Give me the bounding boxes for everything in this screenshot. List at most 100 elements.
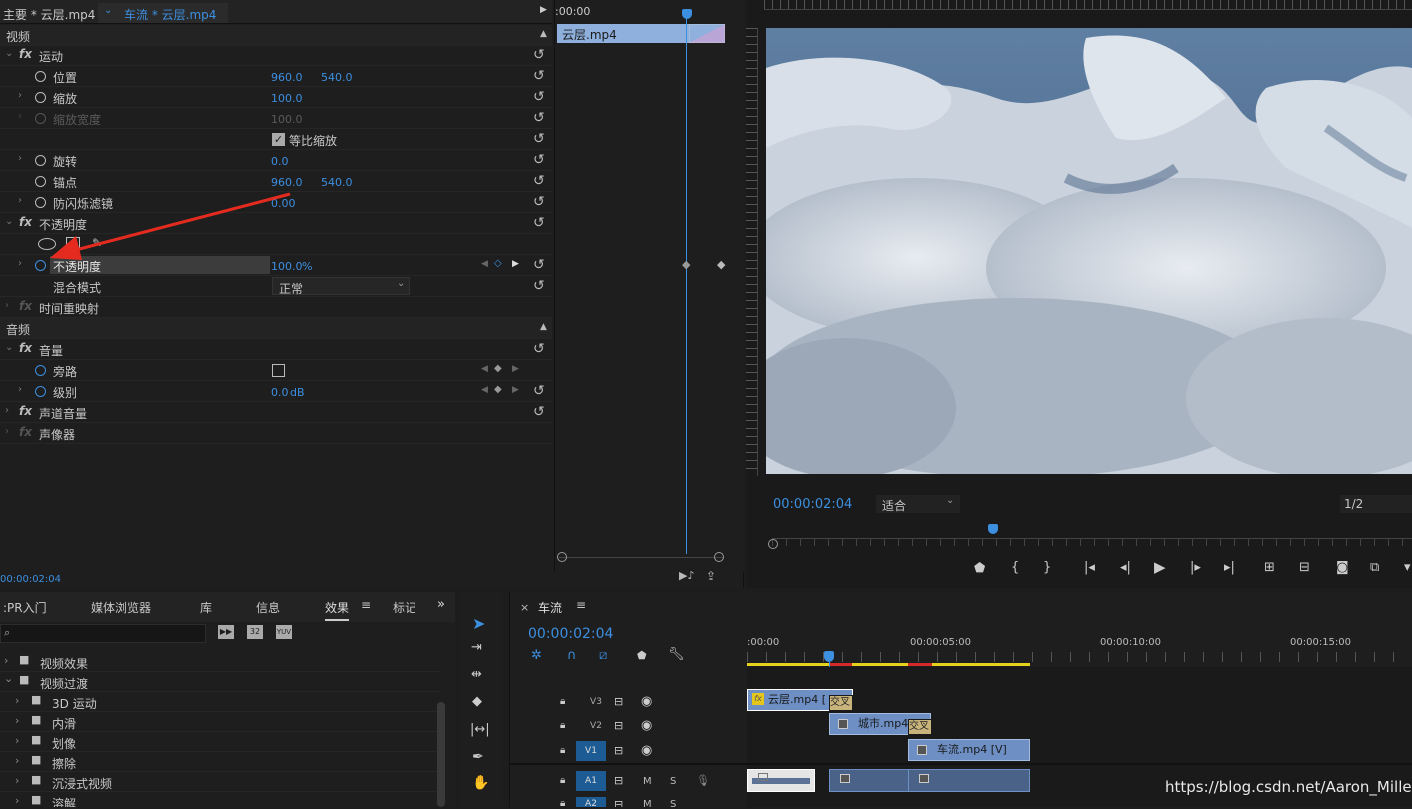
add-marker-icon[interactable]: ⬟ bbox=[637, 649, 647, 662]
audio-clip-a1[interactable] bbox=[747, 769, 815, 792]
tree-item[interactable]: › ■ 溶解 bbox=[0, 792, 440, 807]
scale-value[interactable]: 100.0 bbox=[271, 92, 303, 105]
close-sequence-icon[interactable]: × bbox=[520, 601, 529, 614]
time-remap-row[interactable]: › fx 时间重映射 bbox=[0, 297, 552, 318]
lock-icon[interactable]: 🔒︎ bbox=[560, 745, 565, 756]
mic-icon[interactable]: 🎙︎ bbox=[696, 774, 710, 787]
effects-scrollbar[interactable] bbox=[437, 702, 445, 807]
tree-item[interactable]: › ■ 划像 bbox=[0, 732, 440, 752]
stopwatch-icon[interactable] bbox=[35, 71, 46, 82]
keyframe-diamond[interactable]: ◆ bbox=[682, 258, 690, 271]
sync-lock-icon[interactable]: ⊟ bbox=[614, 695, 623, 708]
stopwatch-icon[interactable] bbox=[35, 155, 46, 166]
zoom-handle[interactable] bbox=[768, 539, 778, 549]
effects-search-input[interactable]: ⌕ bbox=[0, 624, 206, 643]
chevron-right-icon[interactable]: › bbox=[15, 694, 19, 707]
tab-library[interactable]: 库 bbox=[200, 599, 212, 616]
yuv-effects-icon[interactable]: YUV bbox=[276, 625, 292, 639]
eye-icon[interactable]: ◉ bbox=[641, 743, 652, 758]
scroll-handle-left[interactable] bbox=[557, 552, 567, 562]
tree-item[interactable]: › ■ 擦除 bbox=[0, 752, 440, 772]
export-icon[interactable]: ⇪ bbox=[706, 569, 716, 583]
tab-effects[interactable]: 效果 bbox=[325, 599, 350, 621]
razor-tool-icon[interactable]: ◆ bbox=[472, 694, 482, 709]
rotation-value[interactable]: 0.0 bbox=[271, 155, 289, 168]
monitor-scrubber[interactable] bbox=[772, 538, 1412, 546]
reset-icon[interactable]: ↺ bbox=[533, 90, 547, 104]
stopwatch-icon[interactable] bbox=[35, 176, 46, 187]
timeline-timecode[interactable]: 00:00:02:04 bbox=[528, 626, 613, 642]
prev-keyframe-icon[interactable]: ◀ bbox=[481, 385, 488, 395]
sync-lock-icon[interactable]: ⊟ bbox=[614, 719, 623, 732]
chevron-right-icon[interactable]: › bbox=[18, 384, 22, 395]
chevron-down-icon[interactable]: ⌄ bbox=[5, 48, 13, 59]
track-a1-label[interactable]: A1 bbox=[576, 771, 606, 791]
mini-clip[interactable]: 云层.mp4 bbox=[557, 24, 725, 43]
tab-info[interactable]: 信息 bbox=[256, 599, 280, 616]
program-timecode[interactable]: 00:00:02:04 bbox=[773, 497, 852, 512]
lock-icon[interactable]: 🔒︎ bbox=[560, 696, 565, 707]
reset-icon[interactable]: ↺ bbox=[533, 153, 547, 167]
go-to-out-icon[interactable]: ▸| bbox=[1224, 560, 1235, 575]
chevron-down-icon[interactable]: ⌄ bbox=[5, 342, 13, 353]
lock-icon[interactable]: 🔒︎ bbox=[560, 775, 565, 786]
tree-item[interactable]: › ■ 3D 运动 bbox=[0, 692, 440, 712]
bypass-checkbox[interactable] bbox=[272, 364, 285, 377]
stopwatch-icon[interactable] bbox=[35, 92, 46, 103]
chevron-right-icon[interactable]: › bbox=[15, 754, 19, 767]
lift-icon[interactable]: ⊞ bbox=[1264, 560, 1275, 575]
track-a2-label[interactable]: A2 bbox=[576, 797, 606, 807]
chevron-down-icon[interactable]: ⌄ bbox=[104, 5, 112, 16]
sequence-tab-label[interactable]: 车流 bbox=[538, 599, 562, 616]
track-v2-label[interactable]: V2 bbox=[583, 721, 609, 731]
timeline-playhead-marker[interactable] bbox=[824, 651, 834, 662]
reset-icon[interactable]: ↺ bbox=[533, 69, 547, 83]
wrench-icon[interactable]: 🔧︎ bbox=[668, 647, 685, 662]
solo-button[interactable]: S bbox=[670, 799, 676, 807]
monitor-playhead[interactable] bbox=[988, 524, 998, 534]
chevron-right-icon[interactable]: › bbox=[4, 654, 8, 667]
track-v1-label[interactable]: V1 bbox=[576, 741, 606, 761]
prev-keyframe-icon[interactable]: ◀ bbox=[481, 259, 488, 269]
clip-v1[interactable]: 车流.mp4 [V] bbox=[908, 739, 1030, 761]
track-select-tool-icon[interactable]: ⇥ bbox=[471, 640, 482, 655]
snap-magnet-icon[interactable]: ∩ bbox=[567, 648, 577, 663]
panner-row[interactable]: › fx 声像器 bbox=[0, 423, 552, 444]
extract-icon[interactable]: ⊟ bbox=[1299, 560, 1310, 575]
stopwatch-icon[interactable] bbox=[35, 365, 46, 376]
step-back-icon[interactable]: ◂| bbox=[1120, 560, 1131, 575]
keyframe-diamond[interactable]: ◆ bbox=[717, 258, 725, 271]
sync-lock-icon[interactable]: ⊟ bbox=[614, 798, 623, 807]
mark-out-icon[interactable]: } bbox=[1043, 560, 1051, 575]
chevron-right-icon[interactable]: › bbox=[15, 734, 19, 747]
collapse-arrow-icon[interactable]: ▲ bbox=[540, 29, 547, 39]
sync-lock-icon[interactable]: ⊟ bbox=[614, 774, 623, 787]
camera-icon[interactable]: ◙ bbox=[1336, 560, 1349, 575]
mark-in-icon[interactable]: { bbox=[1011, 560, 1019, 575]
lock-icon[interactable]: 🔒︎ bbox=[560, 798, 565, 809]
track-v3-label[interactable]: V3 bbox=[583, 697, 609, 707]
reset-icon[interactable]: ↺ bbox=[533, 132, 547, 146]
resolution-select[interactable]: 1/2 bbox=[1340, 495, 1412, 513]
anchor-x[interactable]: 960.0 bbox=[271, 176, 303, 189]
tree-item[interactable]: › ■ 视频效果 bbox=[0, 652, 440, 672]
work-area-bar[interactable] bbox=[747, 663, 1030, 666]
chevron-right-icon[interactable]: › bbox=[18, 195, 22, 206]
pen-tool-icon[interactable]: ✒ bbox=[472, 749, 484, 765]
position-x[interactable]: 960.0 bbox=[271, 71, 303, 84]
add-keyframe-icon[interactable]: ◇ bbox=[494, 258, 502, 269]
blend-mode-select[interactable]: 正常 ⌄ bbox=[272, 277, 410, 296]
reset-icon[interactable]: ↺ bbox=[533, 279, 547, 293]
add-marker-icon[interactable]: ⬟ bbox=[974, 561, 985, 576]
solo-button[interactable]: S bbox=[670, 776, 676, 787]
chevron-right-icon[interactable]: › bbox=[15, 714, 19, 727]
add-keyframe-icon[interactable]: ◆ bbox=[494, 384, 502, 395]
lock-icon[interactable]: 🔒︎ bbox=[560, 720, 565, 731]
chevron-right-icon[interactable]: › bbox=[15, 794, 19, 807]
selection-tool-icon[interactable]: ➤ bbox=[472, 614, 485, 633]
reset-icon[interactable]: ↺ bbox=[533, 384, 547, 398]
tree-item[interactable]: › ■ 内滑 bbox=[0, 712, 440, 732]
chevron-right-icon[interactable]: › bbox=[5, 426, 9, 437]
level-value[interactable]: 0.0 bbox=[271, 386, 289, 399]
reset-icon[interactable]: ↺ bbox=[533, 111, 547, 125]
